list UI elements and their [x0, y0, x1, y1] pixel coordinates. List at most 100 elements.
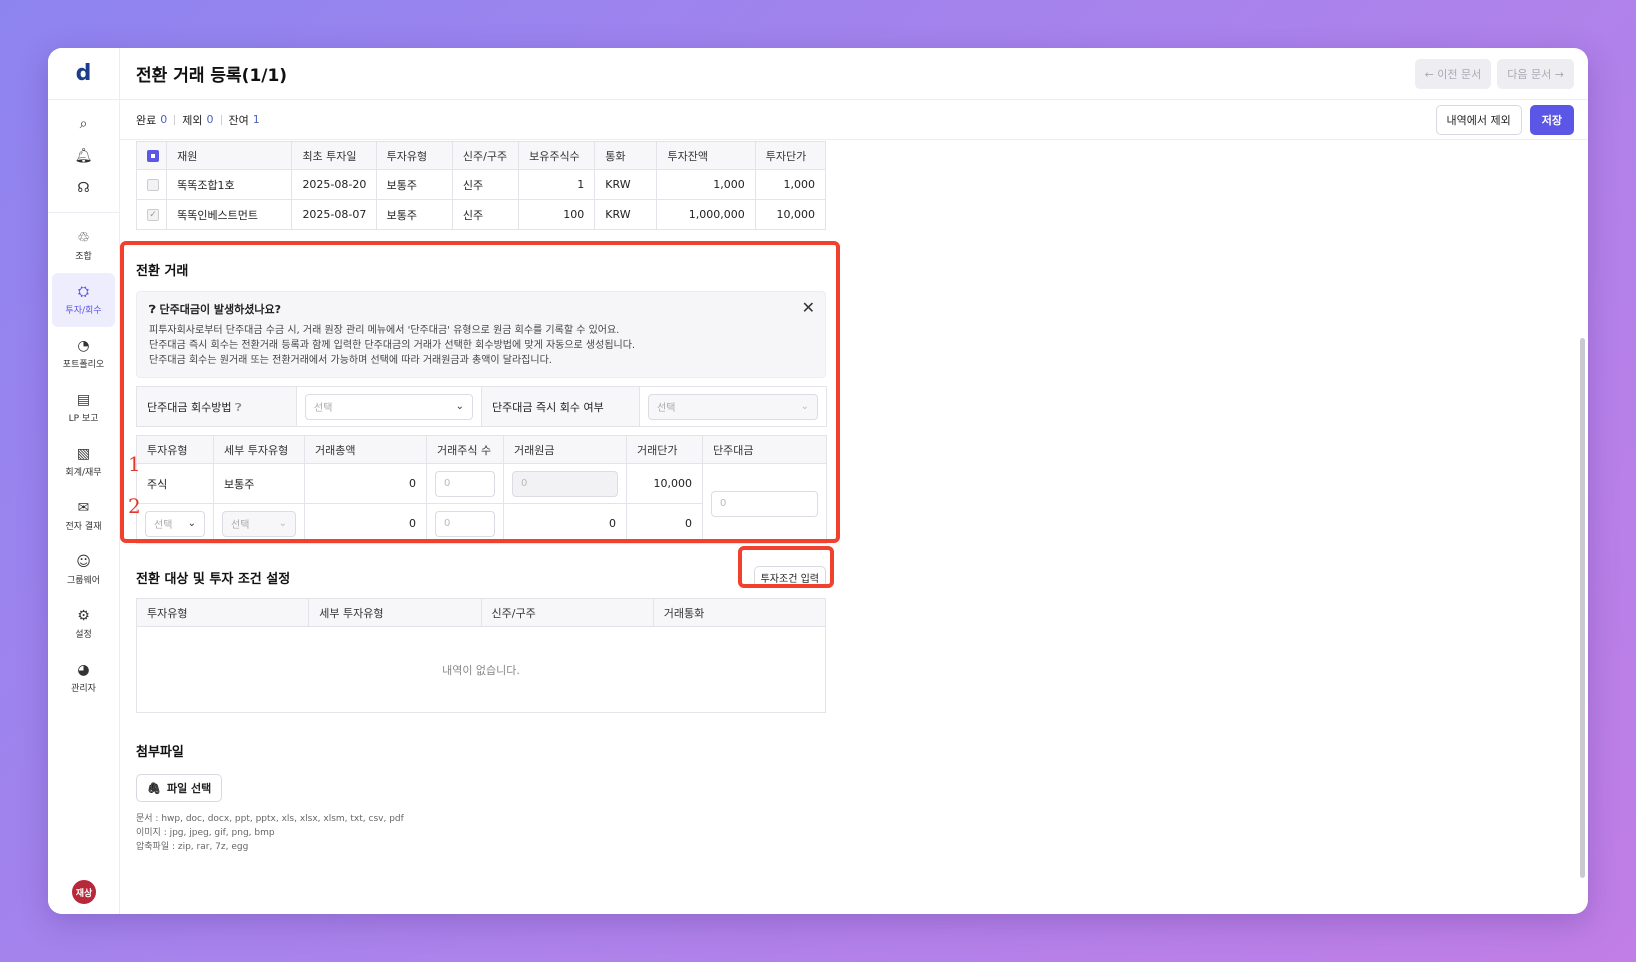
done-count: 0: [160, 113, 168, 126]
empty-message: 내역이 없습니다.: [136, 626, 826, 713]
column-header: 보유주식수: [518, 141, 596, 170]
column-header: 신주/구주: [451, 141, 520, 170]
page-title: 전환 거래 등록(1/1): [136, 66, 288, 86]
column-header: 투자잔액: [656, 141, 756, 170]
column-header: 거래통화: [652, 598, 827, 627]
file-format-note: 이미지 : jpg, jpeg, gif, png, bmp: [136, 828, 275, 838]
remaining-count: 1: [252, 113, 260, 126]
sidebar-item-admin[interactable]: ◕ 관리자: [52, 651, 115, 705]
prev-document-button[interactable]: ← 이전 문서: [1414, 58, 1492, 89]
sidebar-item-label: 투자/회수: [65, 305, 102, 316]
main-area: 전환 거래 등록(1/1) ← 이전 문서 다음 문서 → 완료 0 제외 0 잔여…: [120, 48, 1588, 914]
excluded-label: 제외: [182, 113, 203, 127]
sidebar-item-label: 조합: [75, 251, 92, 262]
title-bar: 전환 거래 등록(1/1) ← 이전 문서 다음 문서 →: [120, 48, 1588, 100]
table-header-row: 재원 최초 투자일 투자유형 신주/구주 보유주식수 통화 투자잔액 투자단가: [135, 141, 827, 170]
type-cell: 보통주: [375, 199, 453, 230]
search-icon[interactable]: ⌕: [48, 108, 119, 140]
unit-price-cell: 10,000: [754, 199, 827, 230]
sidebar-item-label: 포트폴리오: [62, 359, 105, 370]
column-header: 최초 투자일: [291, 141, 377, 170]
gear-icon: ⚙: [77, 607, 90, 624]
remaining-label: 잔여: [228, 113, 249, 127]
type-cell: 보통주: [375, 169, 453, 200]
currency-cell: KRW: [594, 169, 658, 200]
sidebar-item-label: 전자 결재: [65, 521, 102, 532]
paperclip-icon: 🖇︎: [147, 781, 161, 795]
next-document-button[interactable]: 다음 문서 →: [1497, 58, 1574, 89]
new-old-cell: 신주: [451, 169, 520, 200]
sidebar-item-portfolio[interactable]: ◔ 포트폴리오: [52, 327, 115, 381]
row-number-annotation: 2: [128, 494, 141, 518]
column-header: 세부 투자유형: [308, 598, 482, 627]
target-table: 투자유형 세부 투자유형 신주/구주 거래통화 내역이 없습니다.: [135, 598, 827, 713]
column-header: 투자단가: [754, 141, 827, 170]
sidebar-item-label: 그룹웨어: [66, 575, 101, 586]
app-logo[interactable]: d: [48, 48, 119, 100]
report-icon: ▤: [76, 391, 91, 408]
excluded-count: 0: [206, 113, 214, 126]
fund-icon: ♲: [77, 229, 90, 246]
highlight-box: [120, 241, 840, 543]
exclude-from-list-button[interactable]: 내역에서 제외: [1435, 104, 1522, 135]
select-all-checkbox[interactable]: [147, 150, 159, 162]
avatar[interactable]: 재상: [72, 880, 96, 904]
inbox-icon: ✉: [77, 499, 90, 516]
new-old-cell: 신주: [451, 199, 520, 230]
file-format-note: 압축파일 : zip, rar, 7z, egg: [136, 842, 249, 852]
sidebar-item-settings[interactable]: ⚙ 설정: [52, 597, 115, 651]
currency-cell: KRW: [594, 199, 658, 230]
headset-icon[interactable]: ☊: [48, 172, 119, 204]
file-select-label: 파일 선택: [166, 782, 212, 795]
column-header: 신주/구주: [480, 598, 654, 627]
table-row[interactable]: 똑똑조합1호 2025-08-20 보통주 신주 1 KRW 1,000 1,0…: [135, 169, 827, 200]
sidebar-item-fund[interactable]: ♲ 조합: [52, 219, 115, 273]
column-header: 통화: [594, 141, 658, 170]
done-label: 완료: [136, 113, 157, 127]
scrollbar[interactable]: [1580, 338, 1585, 878]
sidebar: d ⌕ 🔔︎ ☊ ♲ 조합 ⛭ 투자/회수 ◔ 포트폴리오 ▤ LP 보고 ▧ 회계/재무…: [48, 48, 120, 914]
admin-icon: ◕: [77, 661, 90, 678]
holdings-table: 재원 최초 투자일 투자유형 신주/구주 보유주식수 통화 투자잔액 투자단가 …: [135, 141, 827, 230]
sidebar-item-lp-report[interactable]: ▤ LP 보고: [52, 381, 115, 435]
bell-icon[interactable]: 🔔︎: [48, 140, 119, 172]
row-checkbox[interactable]: [147, 179, 159, 191]
highlight-box: [738, 546, 834, 588]
shares-cell: 1: [518, 169, 596, 200]
accounting-icon: ▧: [76, 445, 91, 462]
unit-price-cell: 1,000: [754, 169, 827, 200]
app-window: d ⌕ 🔔︎ ☊ ♲ 조합 ⛭ 투자/회수 ◔ 포트폴리오 ▤ LP 보고 ▧ 회계/재무…: [48, 48, 1588, 914]
balance-cell: 1,000,000: [656, 199, 756, 230]
pie-chart-icon: ◔: [77, 337, 90, 354]
sidebar-item-groupware[interactable]: ☺ 그룹웨어: [52, 543, 115, 597]
sidebar-item-approval[interactable]: ✉ 전자 결재: [52, 489, 115, 543]
sidebar-item-investment[interactable]: ⛭ 투자/회수: [52, 273, 115, 327]
sidebar-item-label: 회계/재무: [65, 467, 102, 478]
section-title: 첨부파일: [136, 745, 184, 760]
save-button[interactable]: 저장: [1529, 104, 1574, 135]
target-header: 전환 대상 및 투자 조건 설정 투자조건 입력: [136, 566, 826, 588]
investment-icon: ⛭: [77, 283, 90, 300]
date-cell: 2025-08-07: [291, 199, 377, 230]
column-header: 재원: [166, 141, 293, 170]
section-title: 전환 대상 및 투자 조건 설정: [136, 571, 291, 587]
row-checkbox-checked[interactable]: ✓: [147, 209, 159, 221]
fund-cell: 똑똑인베스트먼트: [166, 199, 293, 230]
sidebar-item-label: 관리자: [71, 683, 96, 694]
shares-cell: 100: [518, 199, 596, 230]
file-format-note: 문서 : hwp, doc, docx, ppt, pptx, xls, xls…: [136, 814, 404, 824]
file-select-button[interactable]: 🖇︎ 파일 선택: [136, 774, 223, 802]
fund-cell: 똑똑조합1호: [166, 169, 293, 200]
status-bar: 완료 0 제외 0 잔여 1 내역에서 제외 저장: [120, 100, 1588, 140]
column-header: 투자유형: [135, 598, 310, 627]
attachments-section: 첨부파일 🖇︎ 파일 선택 문서 : hwp, doc, docx, ppt, p…: [136, 741, 826, 854]
sidebar-item-label: 설정: [75, 629, 92, 640]
sidebar-item-accounting[interactable]: ▧ 회계/재무: [52, 435, 115, 489]
sidebar-item-label: LP 보고: [68, 413, 99, 424]
column-header: 투자유형: [375, 141, 453, 170]
balance-cell: 1,000: [656, 169, 756, 200]
users-icon: ☺: [76, 553, 91, 570]
date-cell: 2025-08-20: [291, 169, 377, 200]
table-row[interactable]: ✓ 똑똑인베스트먼트 2025-08-07 보통주 신주 100 KRW 1,0…: [135, 199, 827, 230]
row-number-annotation: 1: [128, 452, 141, 476]
